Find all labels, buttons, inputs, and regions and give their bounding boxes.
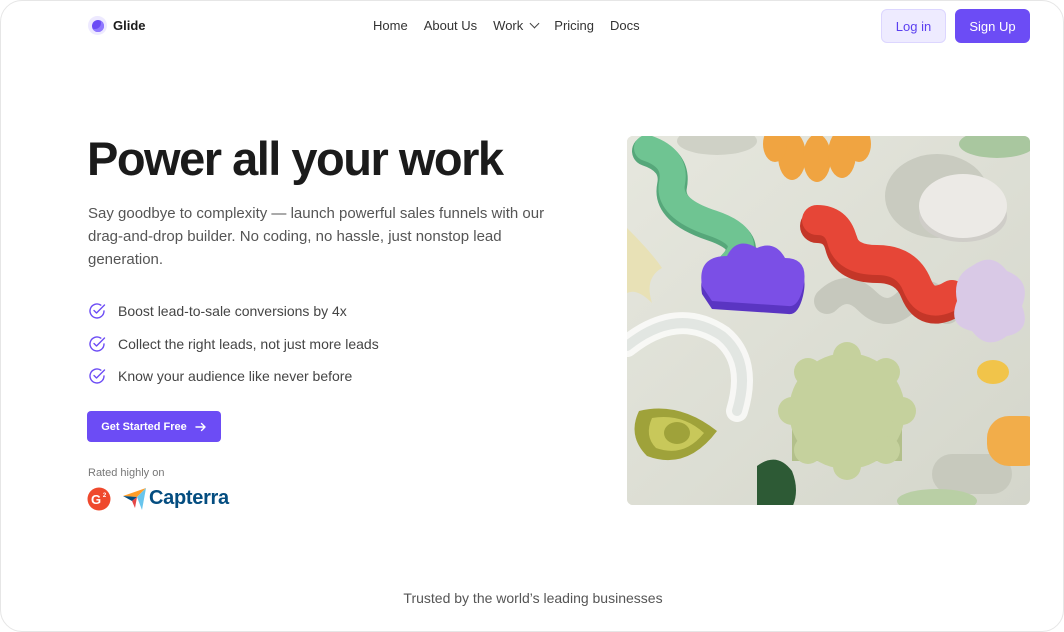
get-started-button[interactable]: Get Started Free bbox=[87, 411, 221, 442]
feature-item: Boost lead-to-sale conversions by 4x bbox=[88, 295, 379, 328]
feature-text: Know your audience like never before bbox=[118, 368, 353, 385]
capterra-arrow-icon bbox=[123, 487, 146, 510]
nav-home[interactable]: Home bbox=[373, 18, 408, 33]
g2-logo-icon[interactable]: G 2 bbox=[87, 487, 111, 511]
rated-label: Rated highly on bbox=[88, 467, 165, 479]
check-circle-icon bbox=[89, 368, 106, 384]
feature-list: Boost lead-to-sale conversions by 4x Col… bbox=[88, 295, 379, 393]
nav-work-label: Work bbox=[493, 18, 524, 33]
check-circle-icon bbox=[89, 336, 106, 352]
arrow-right-icon bbox=[195, 422, 206, 431]
main-nav: Home About Us Work Pricing Docs bbox=[373, 18, 640, 33]
svg-text:G: G bbox=[91, 492, 101, 507]
feature-item: Know your audience like never before bbox=[88, 360, 379, 393]
check-circle-icon bbox=[89, 303, 106, 319]
brand-logo[interactable]: Glide bbox=[88, 16, 146, 35]
chevron-down-icon bbox=[529, 18, 540, 29]
feature-text: Collect the right leads, not just more l… bbox=[118, 335, 379, 352]
feature-text: Boost lead-to-sale conversions by 4x bbox=[118, 303, 347, 320]
nav-work[interactable]: Work bbox=[493, 18, 540, 33]
capterra-name: Capterra bbox=[149, 487, 229, 509]
nav-pricing[interactable]: Pricing bbox=[554, 18, 594, 33]
get-started-label: Get Started Free bbox=[101, 420, 187, 433]
capterra-logo[interactable]: Capterra bbox=[123, 487, 229, 510]
glide-logo-icon bbox=[88, 16, 107, 35]
nav-docs[interactable]: Docs bbox=[610, 18, 640, 33]
abstract-shapes-image bbox=[627, 136, 1030, 505]
hero-title: Power all your work bbox=[87, 132, 504, 185]
hero-description: Say goodbye to complexity — launch power… bbox=[88, 205, 545, 268]
login-button[interactable]: Log in bbox=[881, 9, 946, 43]
hero-illustration bbox=[627, 136, 1030, 505]
brand-name: Glide bbox=[113, 18, 146, 33]
nav-about-us[interactable]: About Us bbox=[424, 18, 477, 33]
page-frame: Glide Home About Us Work Pricing Docs Lo… bbox=[0, 0, 1064, 632]
feature-item: Collect the right leads, not just more l… bbox=[88, 328, 379, 361]
trusted-text: Trusted by the world’s leading businesse… bbox=[403, 590, 663, 606]
signup-button[interactable]: Sign Up bbox=[955, 9, 1030, 43]
